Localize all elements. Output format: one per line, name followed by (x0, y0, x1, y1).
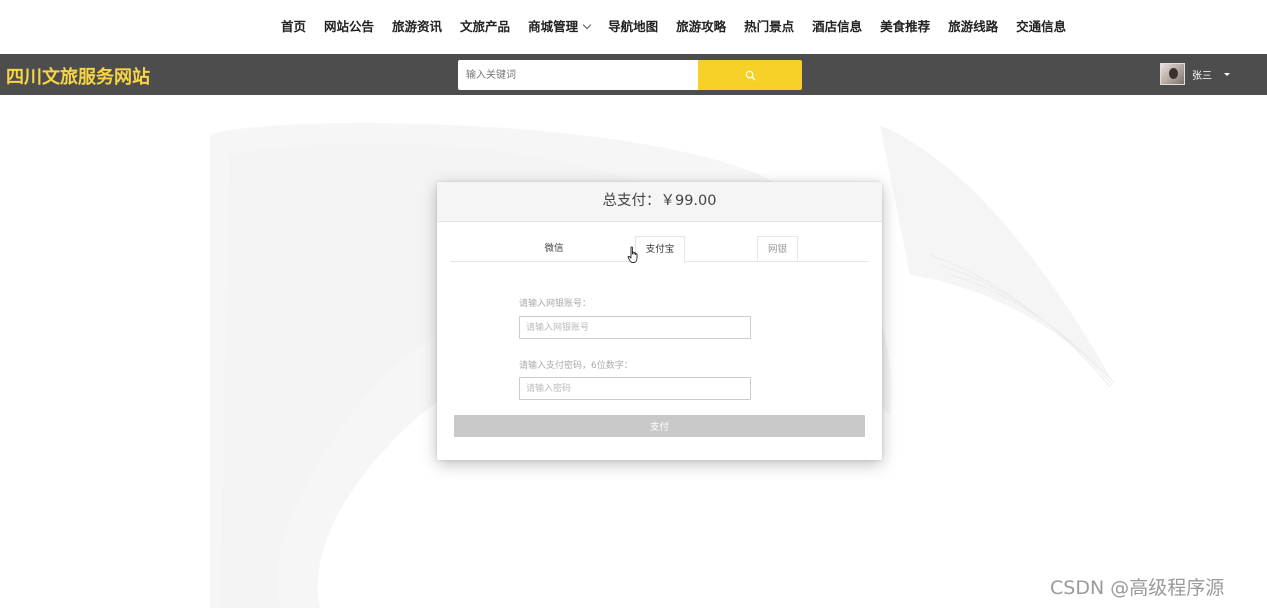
search-input[interactable] (458, 60, 699, 90)
username: 张三 (1192, 70, 1212, 82)
payment-dialog: 总支付：￥99.00 微信 支付宝 网银 请输入网银账号： 请输入支付密码，6位… (437, 182, 882, 460)
tab-wechat[interactable]: 微信 (522, 236, 586, 262)
pay-button[interactable]: 支付 (454, 415, 865, 437)
avatar (1160, 63, 1185, 85)
nav-item-mall-management[interactable]: 商城管理 (519, 16, 599, 38)
nav-item-products[interactable]: 文旅产品 (451, 16, 519, 38)
nav-item-transport[interactable]: 交通信息 (1007, 16, 1075, 38)
background-decoration-right (880, 125, 1115, 388)
tab-alipay[interactable]: 支付宝 (635, 236, 685, 263)
watermark: CSDN @高级程序源 (1050, 577, 1225, 599)
nav-item-hotels[interactable]: 酒店信息 (803, 16, 871, 38)
payment-password-input[interactable] (519, 377, 751, 400)
tab-bank[interactable]: 网银 (757, 236, 798, 262)
nav-item-routes[interactable]: 旅游线路 (939, 16, 1007, 38)
nav-item-home[interactable]: 首页 (272, 16, 315, 38)
nav-menu: 首页 网站公告 旅游资讯 文旅产品 商城管理 导航地图 旅游攻略 热门景点 酒店… (272, 16, 1075, 38)
nav-item-map[interactable]: 导航地图 (599, 16, 667, 38)
payment-method-tabs: 微信 支付宝 网银 (450, 236, 868, 263)
header-bar: 四川文旅服务网站 张三 (0, 54, 1267, 95)
top-navigation: 首页 网站公告 旅游资讯 文旅产品 商城管理 导航地图 旅游攻略 热门景点 酒店… (0, 0, 1267, 54)
nav-item-food[interactable]: 美食推荐 (871, 16, 939, 38)
site-title[interactable]: 四川文旅服务网站 (6, 63, 150, 89)
chevron-down-icon (582, 20, 592, 30)
caret-down-icon (1224, 72, 1230, 76)
payment-total: 总支付：￥99.00 (437, 182, 882, 222)
search-button[interactable] (698, 60, 802, 90)
nav-item-announcements[interactable]: 网站公告 (315, 16, 383, 38)
account-label: 请输入网银账号： (519, 299, 592, 309)
nav-item-travel-news[interactable]: 旅游资讯 (383, 16, 451, 38)
search-icon (745, 70, 755, 80)
bank-account-input[interactable] (519, 316, 751, 339)
user-menu[interactable]: 张三 (1160, 59, 1230, 89)
nav-item-guides[interactable]: 旅游攻略 (667, 16, 735, 38)
password-label: 请输入支付密码，6位数字： (519, 361, 633, 371)
nav-item-attractions[interactable]: 热门景点 (735, 16, 803, 38)
